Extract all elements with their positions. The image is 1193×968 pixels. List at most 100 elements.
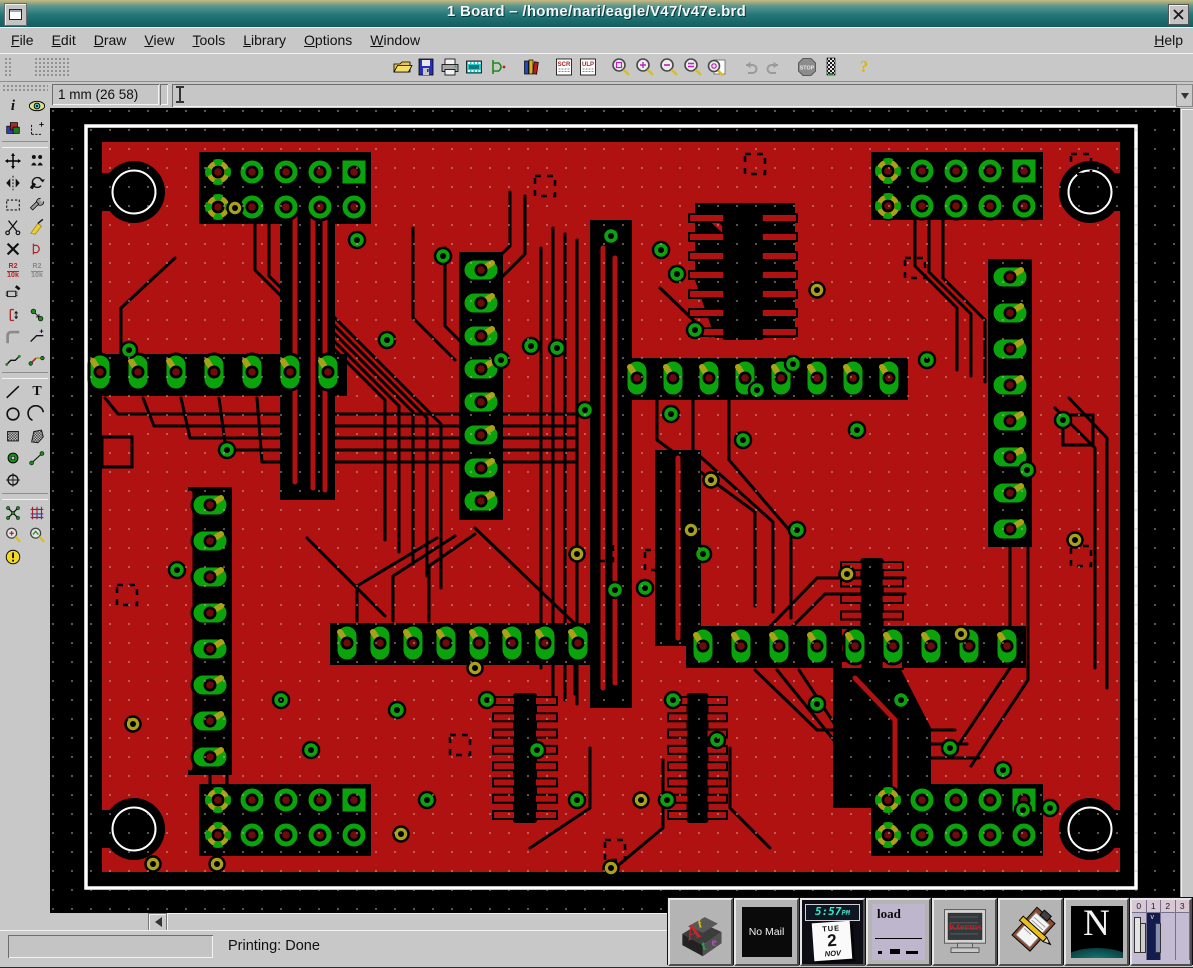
tool-name[interactable]: R210k bbox=[2, 260, 25, 282]
tool-cut[interactable] bbox=[2, 216, 25, 238]
pager-desktop-0[interactable] bbox=[1132, 913, 1147, 960]
undo-button[interactable] bbox=[738, 55, 762, 79]
pager-desktop-numbers: 01 23 bbox=[1132, 900, 1190, 913]
close-button[interactable] bbox=[1168, 4, 1189, 25]
tool-arc[interactable] bbox=[26, 403, 49, 425]
tool-smash[interactable] bbox=[2, 282, 25, 304]
dock-afterstep-button[interactable]: A f t e bbox=[668, 898, 733, 966]
tool-rect[interactable] bbox=[2, 425, 25, 447]
tool-via[interactable] bbox=[2, 447, 25, 469]
zoom-fit-button[interactable] bbox=[609, 55, 633, 79]
menu-help[interactable]: Help bbox=[1144, 29, 1193, 51]
tool-miter[interactable] bbox=[2, 326, 25, 348]
toolbar-grip[interactable] bbox=[4, 57, 12, 77]
tool-palette: i bbox=[0, 82, 50, 930]
board-canvas[interactable] bbox=[50, 108, 1180, 913]
optimize-icon bbox=[3, 350, 23, 368]
vertical-scrollbar-thumb[interactable] bbox=[1181, 109, 1193, 913]
tool-mirror[interactable] bbox=[2, 172, 25, 194]
title-bar[interactable]: 1 Board – /home/nari/eagle/V47/v47e.brd bbox=[0, 0, 1193, 28]
pager-desktop-3[interactable] bbox=[1176, 913, 1191, 960]
menu-file[interactable]: File bbox=[2, 29, 43, 51]
vertical-scrollbar[interactable] bbox=[1180, 108, 1193, 913]
tool-circle[interactable] bbox=[2, 403, 25, 425]
dock-pager-button[interactable]: 01 23 bbox=[1130, 898, 1192, 966]
dock-load-button[interactable]: load bbox=[866, 898, 931, 966]
run-script-button[interactable]: SCR bbox=[552, 55, 576, 79]
close-icon bbox=[1173, 9, 1184, 20]
library-button[interactable] bbox=[519, 55, 543, 79]
tool-drc[interactable] bbox=[2, 524, 25, 546]
zoom-out-button[interactable] bbox=[657, 55, 681, 79]
tool-split[interactable] bbox=[26, 326, 49, 348]
menu-tools[interactable]: Tools bbox=[184, 29, 235, 51]
tool-copy[interactable] bbox=[26, 150, 49, 172]
dock-clock-button[interactable]: 5:57PM TUE 2 NOV bbox=[800, 898, 865, 966]
menu-bar: File Edit Draw View Tools Library Option… bbox=[0, 27, 1193, 54]
palette-grip[interactable] bbox=[2, 84, 48, 91]
tool-gateswap[interactable] bbox=[26, 304, 49, 326]
help-button[interactable]: ? bbox=[852, 55, 876, 79]
dock-netscape-button[interactable]: N bbox=[1064, 898, 1129, 966]
tool-polygon[interactable] bbox=[26, 425, 49, 447]
tool-value[interactable]: R210k bbox=[26, 260, 49, 282]
print-button[interactable] bbox=[438, 55, 462, 79]
tool-errors[interactable] bbox=[2, 546, 25, 568]
pager-desktop-2[interactable] bbox=[1161, 913, 1176, 960]
menu-view[interactable]: View bbox=[135, 29, 183, 51]
tool-change[interactable] bbox=[26, 194, 49, 216]
tool-show[interactable] bbox=[26, 95, 49, 117]
menu-library[interactable]: Library bbox=[234, 29, 295, 51]
tool-pinswap[interactable] bbox=[2, 304, 25, 326]
cam-processor-button[interactable] bbox=[462, 55, 486, 79]
tool-wire[interactable] bbox=[2, 381, 25, 403]
tool-mark[interactable] bbox=[26, 117, 49, 139]
tool-optimize[interactable] bbox=[2, 348, 25, 370]
redo-icon bbox=[763, 56, 785, 78]
tool-ratsnest[interactable] bbox=[2, 502, 25, 524]
open-button[interactable] bbox=[390, 55, 414, 79]
pager-desktop-1-active[interactable] bbox=[1147, 913, 1162, 960]
zoom-select-button[interactable] bbox=[681, 55, 705, 79]
toolbar-grip-block[interactable] bbox=[34, 57, 70, 77]
scroll-left-arrow[interactable] bbox=[148, 913, 167, 931]
stop-button[interactable]: STOP bbox=[795, 55, 819, 79]
tool-hole[interactable] bbox=[2, 469, 25, 491]
drc-icon bbox=[3, 526, 23, 544]
tool-signal[interactable] bbox=[26, 447, 49, 469]
menu-draw[interactable]: Draw bbox=[85, 29, 136, 51]
tool-delete[interactable] bbox=[2, 238, 25, 260]
tool-info[interactable]: i bbox=[2, 95, 25, 117]
tool-move[interactable] bbox=[2, 150, 25, 172]
menu-options[interactable]: Options bbox=[295, 29, 361, 51]
go-button[interactable] bbox=[819, 55, 843, 79]
command-input[interactable] bbox=[172, 84, 1188, 107]
tool-add[interactable] bbox=[26, 238, 49, 260]
tool-display[interactable] bbox=[2, 117, 25, 139]
palette-separator bbox=[2, 141, 48, 148]
tool-rotate[interactable] bbox=[26, 172, 49, 194]
script-scr-icon: SCR bbox=[553, 56, 575, 78]
run-ulp-button[interactable]: ULP bbox=[576, 55, 600, 79]
redo-button[interactable] bbox=[762, 55, 786, 79]
menu-window[interactable]: Window bbox=[361, 29, 429, 51]
tool-auto[interactable] bbox=[26, 502, 49, 524]
printer-icon bbox=[439, 56, 461, 78]
dock-notes-button[interactable] bbox=[998, 898, 1063, 966]
zoom-redraw-button[interactable] bbox=[705, 55, 729, 79]
tool-group[interactable] bbox=[2, 194, 25, 216]
tool-paste[interactable] bbox=[26, 216, 49, 238]
stop-sign-icon: STOP bbox=[796, 56, 818, 78]
split-icon bbox=[27, 328, 47, 346]
dock-mail-button[interactable]: No Mail bbox=[734, 898, 799, 966]
pager-desktops[interactable] bbox=[1132, 913, 1190, 960]
board-schematic-button[interactable] bbox=[486, 55, 510, 79]
tool-route[interactable] bbox=[26, 348, 49, 370]
dock-kterms-button[interactable]: Kterms bbox=[932, 898, 997, 966]
tool-ripup[interactable] bbox=[26, 524, 49, 546]
save-button[interactable] bbox=[414, 55, 438, 79]
zoom-in-button[interactable] bbox=[633, 55, 657, 79]
menu-edit[interactable]: Edit bbox=[43, 29, 85, 51]
command-dropdown-arrow[interactable] bbox=[1176, 84, 1193, 107]
tool-text[interactable]: T bbox=[26, 381, 49, 403]
